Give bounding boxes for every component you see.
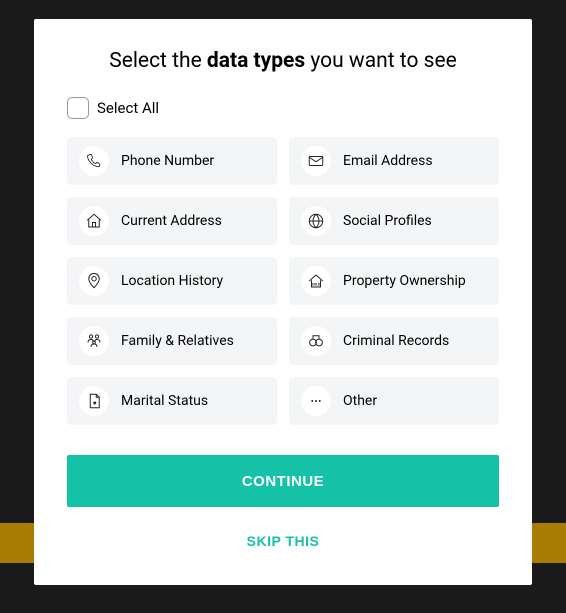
option-label: Family & Relatives xyxy=(121,333,234,349)
option-family-relatives[interactable]: Family & Relatives xyxy=(67,317,277,365)
option-label: Social Profiles xyxy=(343,213,432,229)
phone-icon xyxy=(79,146,109,176)
title-post: you want to see xyxy=(305,49,457,73)
option-label: Current Address xyxy=(121,213,222,229)
home-icon xyxy=(79,206,109,236)
house-sold-icon: SOLD xyxy=(301,266,331,296)
family-icon xyxy=(79,326,109,356)
email-icon xyxy=(301,146,331,176)
globe-icon xyxy=(301,206,331,236)
data-types-modal: Select the data types you want to see Se… xyxy=(34,19,532,585)
option-criminal-records[interactable]: Criminal Records xyxy=(289,317,499,365)
option-social-profiles[interactable]: Social Profiles xyxy=(289,197,499,245)
select-all-label: Select All xyxy=(97,99,159,117)
options-grid: Phone Number Email Address Current Addre… xyxy=(67,137,499,425)
option-label: Property Ownership xyxy=(343,273,466,289)
option-label: Other xyxy=(343,393,377,409)
option-email-address[interactable]: Email Address xyxy=(289,137,499,185)
skip-button[interactable]: SKIP THIS xyxy=(67,523,499,559)
continue-button[interactable]: CONTINUE xyxy=(67,455,499,507)
option-label: Email Address xyxy=(343,153,433,169)
select-all-toggle[interactable]: Select All xyxy=(67,97,499,119)
pin-icon xyxy=(79,266,109,296)
document-heart-icon xyxy=(79,386,109,416)
option-location-history[interactable]: Location History xyxy=(67,257,277,305)
more-icon xyxy=(301,386,331,416)
option-marital-status[interactable]: Marital Status xyxy=(67,377,277,425)
handcuffs-icon xyxy=(301,326,331,356)
option-other[interactable]: Other xyxy=(289,377,499,425)
option-label: Location History xyxy=(121,273,223,289)
svg-text:SOLD: SOLD xyxy=(312,283,321,287)
title-pre: Select the xyxy=(109,49,207,73)
option-label: Criminal Records xyxy=(343,333,449,349)
select-all-checkbox[interactable] xyxy=(67,97,89,119)
option-label: Phone Number xyxy=(121,153,214,169)
option-property-ownership[interactable]: SOLD Property Ownership xyxy=(289,257,499,305)
modal-title: Select the data types you want to see xyxy=(67,49,499,73)
option-current-address[interactable]: Current Address xyxy=(67,197,277,245)
option-label: Marital Status xyxy=(121,393,208,409)
option-phone-number[interactable]: Phone Number xyxy=(67,137,277,185)
title-bold: data types xyxy=(207,49,305,73)
